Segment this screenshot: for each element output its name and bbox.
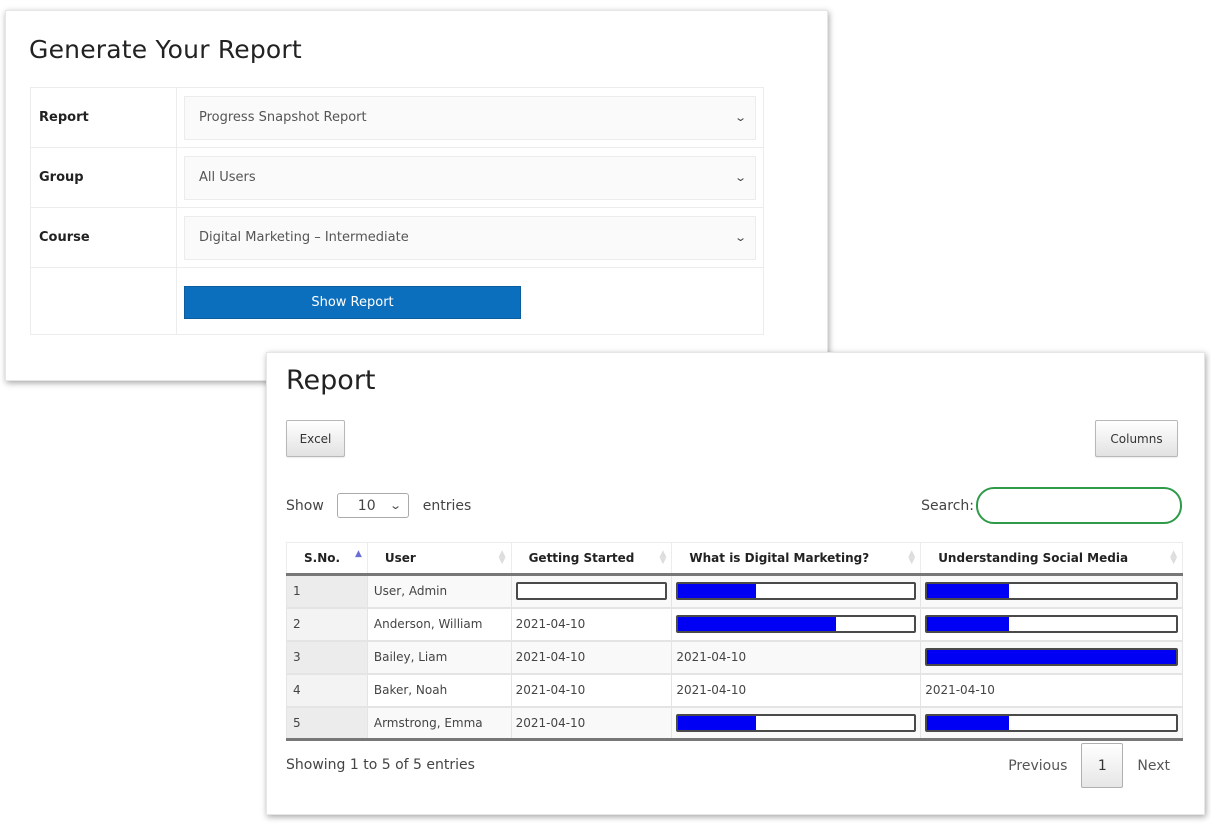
- search-label: Search:: [921, 497, 974, 514]
- report-title: Report: [286, 365, 376, 396]
- cell-user: Bailey, Liam: [366, 639, 512, 674]
- table-row: 2 Anderson, William 2021-04-10: [286, 606, 1183, 641]
- cell-getting-started: 2021-04-10: [510, 606, 673, 641]
- progress-bar-fill: [927, 715, 1010, 730]
- progress-bar-fill: [678, 617, 837, 631]
- cell-getting-started: [510, 573, 673, 608]
- previous-page-button[interactable]: Previous: [994, 758, 1081, 774]
- cell-what-is-digital-marketing: [671, 573, 922, 608]
- column-header-understanding-social-media[interactable]: Understanding Social Media ▲ ▼: [920, 542, 1183, 576]
- report-panel: Report Excel Columns Show 10 ⌄ entries S…: [266, 352, 1205, 815]
- cell-sno: 4: [286, 672, 368, 707]
- course-label: Course: [30, 207, 177, 268]
- page-1-button[interactable]: 1: [1081, 743, 1124, 788]
- cell-sno: 3: [286, 639, 368, 674]
- cell-user: User, Admin: [366, 573, 512, 608]
- cell-what-is-digital-marketing: [671, 606, 922, 641]
- table-body: 1 User, Admin 2 Anderson, William 2021-04-10…: [286, 573, 1183, 741]
- pagination: Previous 1 Next: [994, 743, 1184, 788]
- sort-both-icon: ▲ ▼: [908, 549, 916, 566]
- course-field-row: Course Digital Marketing – Intermediate …: [30, 207, 764, 268]
- entries-per-page-value: 10: [357, 497, 376, 514]
- entries-length-control: Show 10 ⌄ entries: [286, 493, 471, 518]
- cell-understanding-social-media: [920, 705, 1183, 741]
- cell-user: Armstrong, Emma: [366, 705, 512, 741]
- table-info: Showing 1 to 5 of 5 entries: [286, 757, 475, 773]
- chevron-down-icon: ⌄: [733, 171, 747, 184]
- cell-user: Baker, Noah: [366, 672, 512, 707]
- report-select-value: Progress Snapshot Report: [199, 110, 367, 125]
- entries-per-page-select[interactable]: 10 ⌄: [336, 493, 409, 518]
- progress-bar: [676, 615, 917, 633]
- report-field-row: Report Progress Snapshot Report ⌄: [30, 87, 764, 148]
- progress-bar: [925, 648, 1178, 666]
- group-select[interactable]: All Users ⌄: [184, 155, 756, 200]
- progress-bar-fill: [927, 584, 1010, 599]
- progress-bar-fill: [678, 584, 757, 599]
- chevron-down-icon: ⌄: [733, 111, 747, 124]
- progress-bar-fill: [678, 715, 757, 730]
- entries-label: entries: [422, 497, 472, 514]
- cell-getting-started: 2021-04-10: [510, 639, 673, 674]
- progress-bar: [925, 615, 1178, 633]
- progress-bar: [676, 713, 917, 732]
- report-select[interactable]: Progress Snapshot Report ⌄: [184, 95, 756, 140]
- next-page-button[interactable]: Next: [1123, 758, 1184, 774]
- cell-getting-started: 2021-04-10: [510, 672, 673, 707]
- cell-getting-started: 2021-04-10: [510, 705, 673, 741]
- column-header-what-is-digital-marketing[interactable]: What is Digital Marketing? ▲ ▼: [671, 542, 922, 576]
- progress-bar: [515, 582, 668, 601]
- report-options-form: Report Progress Snapshot Report ⌄ Group …: [30, 87, 764, 335]
- progress-bar: [925, 713, 1178, 732]
- chevron-down-icon: ⌄: [388, 499, 402, 512]
- column-header-sno[interactable]: S.No. ▲: [286, 542, 368, 576]
- generate-report-title: Generate Your Report: [29, 35, 302, 64]
- chevron-down-icon: ⌄: [733, 231, 747, 244]
- group-label: Group: [30, 147, 177, 208]
- sort-both-icon: ▲ ▼: [659, 549, 667, 566]
- group-select-value: All Users: [199, 170, 256, 185]
- cell-understanding-social-media: 2021-04-10: [920, 672, 1183, 707]
- column-header-user[interactable]: User ▲ ▼: [366, 542, 512, 576]
- cell-understanding-social-media: [920, 639, 1183, 674]
- excel-export-button[interactable]: Excel: [286, 420, 345, 457]
- sort-ascending-icon: ▲: [354, 549, 362, 559]
- show-report-button[interactable]: Show Report: [184, 285, 521, 319]
- cell-what-is-digital-marketing: [671, 705, 922, 741]
- course-select[interactable]: Digital Marketing – Intermediate ⌄: [184, 215, 756, 260]
- generate-report-panel: Generate Your Report Report Progress Sna…: [5, 10, 828, 381]
- show-label: Show: [286, 497, 324, 514]
- search-input[interactable]: [976, 487, 1182, 524]
- sort-both-icon: ▲ ▼: [1170, 549, 1177, 566]
- cell-sno: 2: [286, 606, 368, 641]
- cell-understanding-social-media: [920, 606, 1183, 641]
- sort-both-icon: ▲ ▼: [498, 549, 506, 566]
- progress-bar-fill: [927, 650, 1176, 664]
- progress-bar: [925, 582, 1178, 601]
- search-control: Search:: [921, 487, 1182, 524]
- table-row: 1 User, Admin: [286, 573, 1183, 608]
- cell-what-is-digital-marketing: 2021-04-10: [671, 672, 922, 707]
- cell-sno: 5: [286, 705, 368, 741]
- cell-sno: 1: [286, 573, 368, 608]
- course-select-value: Digital Marketing – Intermediate: [199, 230, 409, 245]
- cell-what-is-digital-marketing: 2021-04-10: [671, 639, 922, 674]
- cell-understanding-social-media: [920, 573, 1183, 608]
- table-row: 5 Armstrong, Emma 2021-04-10: [286, 705, 1183, 741]
- table-row: 4 Baker, Noah 2021-04-10 2021-04-10 2021-04-…: [286, 672, 1183, 707]
- table-row: 3 Bailey, Liam 2021-04-10 2021-04-10: [286, 639, 1183, 674]
- progress-bar: [676, 582, 917, 601]
- column-header-getting-started[interactable]: Getting Started ▲ ▼: [510, 542, 673, 576]
- table-header-row: S.No. ▲ User ▲ ▼ Getting Started ▲ ▼ What …: [286, 542, 1183, 576]
- columns-button[interactable]: Columns: [1095, 420, 1178, 457]
- group-field-row: Group All Users ⌄: [30, 147, 764, 208]
- cell-user: Anderson, William: [366, 606, 512, 641]
- report-table: S.No. ▲ User ▲ ▼ Getting Started ▲ ▼ What …: [286, 542, 1183, 741]
- report-label: Report: [30, 87, 177, 148]
- progress-bar-fill: [927, 617, 1010, 631]
